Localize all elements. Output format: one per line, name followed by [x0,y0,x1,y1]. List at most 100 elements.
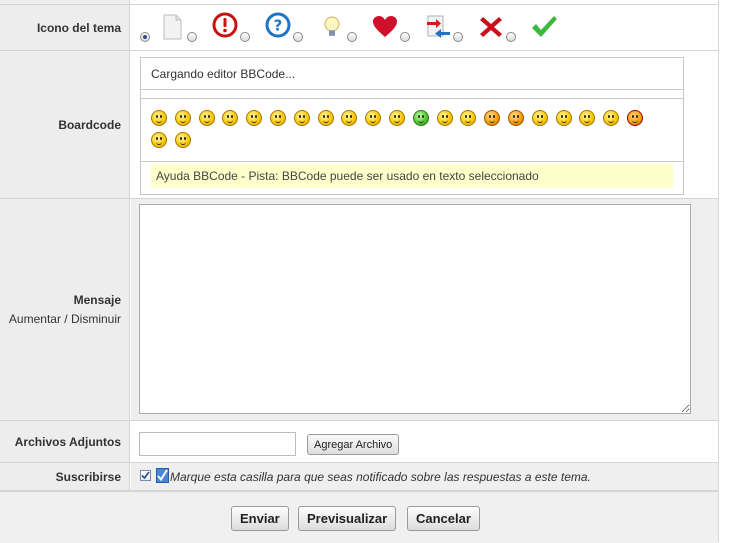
smiley-mouth [513,120,519,123]
editor-loading-text: Cargando editor BBCode... [141,58,683,90]
smiley-icon[interactable] [531,110,548,126]
heart-icon [373,16,397,37]
topic-icon-row: Icono del tema ? [0,5,718,51]
smiley-mouth [560,120,567,123]
smiley-mouth [227,120,234,123]
smiley-mouth [632,120,638,123]
subscribe-row: Suscribirse Marque esta casilla para que… [0,463,718,491]
check-icon [157,469,168,482]
check-icon [141,471,150,480]
icon-option-question[interactable]: ? [264,12,314,43]
radio-no-icon[interactable] [140,32,150,42]
icon-option-checkmark[interactable] [530,13,580,43]
decrease-link[interactable]: Disminuir [71,312,121,326]
boardcode-row: Boardcode Cargando editor BBCode... Ayud… [0,51,718,199]
smiley-mouth [489,120,496,123]
subscribe-label: Suscribirse [0,463,130,490]
icon-option-document[interactable] [158,13,208,43]
smiley-icon[interactable] [270,110,286,126]
smiley-mouth [584,120,591,123]
subscribe-checkbox-highlight[interactable] [156,468,169,483]
smiley-icon[interactable] [365,110,382,126]
subscribe-checkbox[interactable] [140,470,151,481]
icon-option-transfer[interactable] [424,13,474,43]
smiley-mouth [608,120,615,123]
radio-transfer[interactable] [453,32,463,42]
smiley-icon[interactable] [222,110,239,126]
smiley-icon[interactable] [389,110,405,126]
icon-option-red-x[interactable] [477,13,527,43]
radio-lightbulb[interactable] [347,32,357,42]
lightbulb-icon [324,16,340,36]
smiley-mouth [441,120,448,123]
radio-red-x[interactable] [506,32,516,42]
preview-button[interactable]: Previsualizar [298,506,397,531]
smiley-icon[interactable] [555,110,572,126]
smiley-icon[interactable] [293,110,310,126]
question-icon: ? [265,12,291,38]
smiley-mouth [156,120,162,123]
transfer-icon [427,15,450,38]
smiley-icon[interactable] [151,132,167,148]
add-file-button[interactable]: Agregar Archivo [307,434,400,455]
smiley-mouth [275,120,281,123]
radio-document[interactable] [187,32,197,42]
smiley-icon[interactable] [174,132,191,148]
icon-option-lightbulb[interactable] [318,13,368,43]
smiley-icon[interactable] [151,110,167,126]
smiley-mouth [465,120,472,123]
message-row: Mensaje Aumentar / Disminuir [0,199,718,421]
smiley-icon[interactable] [317,110,334,126]
attachment-file-input[interactable] [139,432,296,456]
icon-option-heart[interactable] [371,13,421,43]
bbcode-editor: Cargando editor BBCode... Ayuda BBCode -… [140,57,684,195]
attachments-row: Archivos Adjuntos Agregar Archivo [0,421,718,463]
smiley-mouth [370,120,377,123]
smiley-icon[interactable] [508,110,524,126]
smiley-icon[interactable] [412,110,429,126]
bbcode-help: Ayuda BBCode - Pista: BBCode puede ser u… [151,164,673,188]
smiley-icon[interactable] [603,110,620,126]
smiley-icon[interactable] [246,110,263,126]
smiley-mouth [251,120,258,123]
smiley-mouth [536,120,543,123]
increase-link[interactable]: Aumentar [9,312,61,326]
smiley-icon[interactable] [341,110,358,126]
smiley-bar [141,98,683,162]
smiley-mouth [203,120,210,123]
topic-icon-label: Icono del tema [0,5,130,50]
smiley-mouth [298,120,305,123]
boardcode-label: Boardcode [0,51,130,198]
icon-option-exclamation[interactable] [211,12,261,43]
smiley-mouth [322,120,329,123]
size-links: Aumentar / Disminuir [9,312,121,326]
radio-exclamation[interactable] [240,32,250,42]
radio-question[interactable] [293,32,303,42]
attachments-label: Archivos Adjuntos [0,421,130,462]
subscribe-note: Marque esta casilla para que seas notifi… [170,470,591,484]
smiley-icon[interactable] [627,110,643,126]
red-x-icon [480,17,502,37]
document-icon [163,14,182,40]
smiley-icon[interactable] [436,110,453,126]
smiley-mouth [156,142,162,145]
message-textarea[interactable] [139,204,691,414]
post-form: Icono del tema ? Boardcode Cargando edit… [0,0,719,543]
size-separator: / [64,312,68,326]
smiley-mouth [417,120,424,123]
send-button[interactable]: Enviar [231,506,289,531]
svg-text:?: ? [274,17,283,35]
action-bar: Enviar Previsualizar Cancelar [0,491,718,543]
cancel-button[interactable]: Cancelar [407,506,480,531]
smiley-icon[interactable] [174,110,191,126]
smiley-icon[interactable] [198,110,215,126]
smiley-icon[interactable] [460,110,477,126]
smiley-mouth [179,120,186,123]
radio-heart[interactable] [400,32,410,42]
smiley-icon[interactable] [484,110,501,126]
smiley-mouth [346,120,353,123]
smiley-mouth [179,142,186,145]
smiley-icon[interactable] [579,110,596,126]
message-label: Mensaje [73,293,121,307]
icon-option-none[interactable] [140,13,160,43]
